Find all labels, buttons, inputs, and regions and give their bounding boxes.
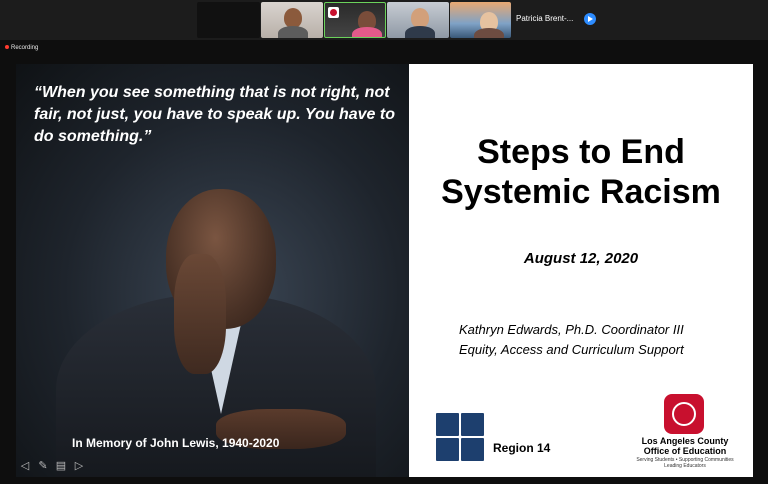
participant-tile[interactable] [197,2,260,38]
slide-title: Steps to End Systemic Racism [409,132,753,212]
org-tagline-line2: Leading Educators [664,463,706,469]
participant-tile[interactable]: Patricia Brent-... [512,2,582,38]
participant-video [411,8,429,28]
slide-title-line1: Steps to End [477,133,685,171]
region-logo-icon [436,413,484,461]
slide-title-panel: Steps to End Systemic Racism August 12, … [409,64,753,477]
org-name: Los Angeles County Office of Education [621,436,749,456]
recording-dot-icon [5,45,9,50]
presenter-info: Kathryn Edwards, Ph.D. Coordinator III E… [459,320,684,360]
shared-slide: “When you see something that is not righ… [16,64,753,477]
participant-video-body [352,27,382,37]
participant-video-body [278,26,308,38]
participant-video [284,8,302,28]
slide-title-line2: Systemic Racism [441,173,721,211]
menu-icon[interactable]: ▤ [54,460,68,472]
recording-indicator: Recording [5,45,38,51]
next-participants-button[interactable] [584,13,596,25]
participant-video-body [474,28,504,38]
active-speaker-tile[interactable] [324,2,386,38]
participant-tile[interactable] [261,2,323,38]
recording-label: Recording [11,45,39,51]
participant-video-body [405,26,435,38]
portrait-hand [174,254,226,374]
presenter-department: Equity, Access and Curriculum Support [459,342,684,357]
region-label: Region 14 [493,441,551,455]
next-slide-icon[interactable]: ▷ [72,460,86,472]
org-name-line1: Los Angeles County [641,436,729,446]
slide-photo-panel: “When you see something that is not righ… [16,64,409,477]
slide-date: August 12, 2020 [523,250,639,267]
pen-icon[interactable]: ✎ [36,460,50,472]
lacoe-logo-icon [328,7,339,18]
mouse-cursor-icon [616,465,620,474]
prev-slide-icon[interactable]: ◁ [18,460,32,472]
participant-tile[interactable] [450,2,511,38]
org-name-line2: Office of Education [643,446,727,456]
org-tagline: Serving Students • Supporting Communitie… [621,457,749,469]
participant-name: Patricia Brent-... [516,14,574,23]
participant-tile[interactable] [387,2,449,38]
lacoe-logo-icon [664,394,704,434]
participant-strip: Patricia Brent-... [0,0,768,40]
slide-caption: In Memory of John Lewis, 1940-2020 [72,436,280,450]
slide-nav-toolbar: ◁ ✎ ▤ ▷ [18,460,86,472]
presenter-name: Kathryn Edwards, Ph.D. Coordinator III [459,322,684,337]
slide-quote: “When you see something that is not righ… [34,84,395,145]
